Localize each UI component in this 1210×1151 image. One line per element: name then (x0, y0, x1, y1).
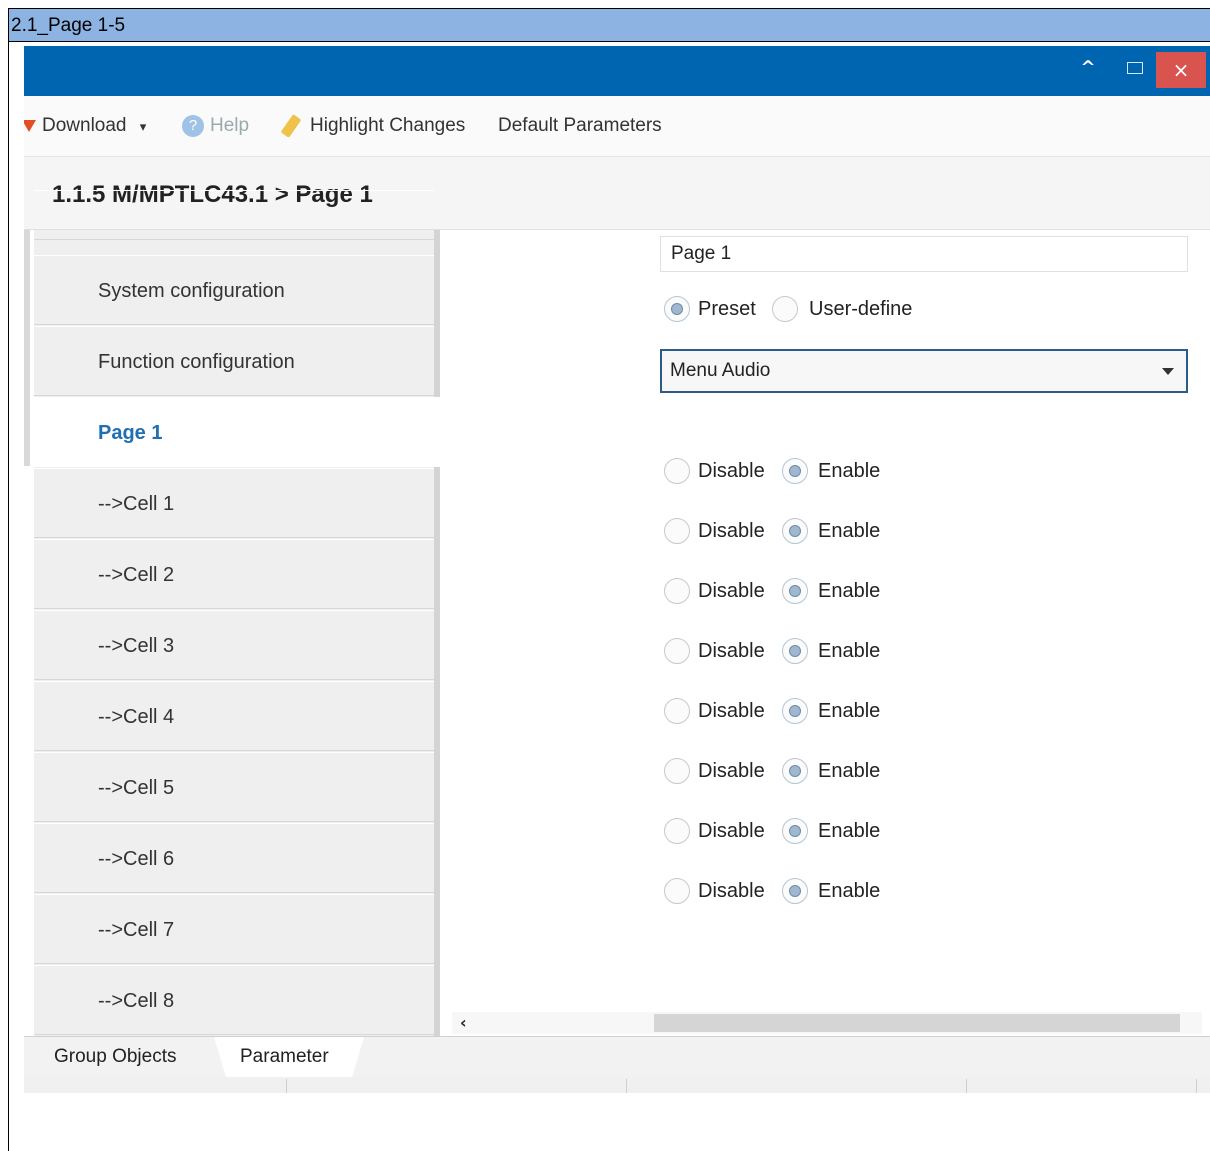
cell-7-disable-radio[interactable] (664, 818, 690, 844)
scroll-left-arrow-icon[interactable]: ‹ (460, 1012, 467, 1034)
cell-4-enable-radio[interactable] (782, 638, 808, 664)
disable-label: Disable (698, 880, 765, 902)
bottom-tab-bar: Group Objects Parameter (24, 1036, 1210, 1078)
disable-label: Disable (698, 640, 765, 662)
disable-label: Disable (698, 760, 765, 782)
enable-label: Enable (818, 580, 881, 602)
help-button[interactable]: ? Help (182, 96, 249, 156)
enable-label: Enable (818, 520, 881, 542)
title-bar: ^ × (24, 46, 1210, 96)
status-bar (24, 1077, 1210, 1093)
enable-label: Enable (818, 880, 881, 902)
tab-parameter[interactable]: Parameter (214, 1037, 364, 1077)
sidebar-item-cell-6[interactable]: -->Cell 6 (34, 823, 434, 893)
enable-label: Enable (818, 640, 881, 662)
help-icon: ? (182, 114, 204, 137)
sidebar-item-partial (34, 190, 434, 240)
left-scrollbar[interactable] (24, 230, 30, 466)
menu-select[interactable]: Menu Audio (660, 349, 1188, 393)
mode-radio-group: Preset User-define (660, 292, 960, 328)
sidebar-item-function-configuration[interactable]: Function configuration (34, 326, 434, 396)
disable-label: Disable (698, 820, 765, 842)
highlighter-icon (280, 114, 302, 138)
maximize-icon (1127, 62, 1143, 74)
cell-5-enable-radio[interactable] (782, 698, 808, 724)
cell-3-enable-radio[interactable] (782, 578, 808, 604)
download-button[interactable]: Download ▾ (24, 96, 146, 156)
disable-label: Disable (698, 700, 765, 722)
status-divider (1196, 1079, 1197, 1093)
cell-6-enable-radio[interactable] (782, 758, 808, 784)
sidebar-item-system-configuration[interactable]: System configuration (34, 255, 434, 325)
collapse-ribbon-button[interactable]: ^ (1068, 52, 1108, 84)
chevron-down-icon: ▾ (139, 119, 147, 134)
cell-8-enable-radio[interactable] (782, 878, 808, 904)
status-divider (966, 1079, 967, 1093)
chevron-up-icon: ^ (1080, 57, 1096, 78)
cell-7-enable-radio[interactable] (782, 818, 808, 844)
sidebar-item-cell-2[interactable]: -->Cell 2 (34, 539, 434, 609)
horizontal-scrollbar[interactable]: ‹ (452, 1012, 1202, 1034)
status-divider (286, 1079, 287, 1093)
preset-label: Preset (698, 298, 756, 320)
parameter-sidebar: System configuration Function configurat… (34, 190, 440, 1036)
status-divider (626, 1079, 627, 1093)
download-label: Download (42, 115, 127, 136)
cell-1-disable-radio[interactable] (664, 458, 690, 484)
cell-5-radio-group: Disable Enable (660, 694, 960, 730)
highlight-changes-label: Highlight Changes (310, 115, 466, 136)
cell-1-radio-group: Disable Enable (660, 454, 960, 490)
cell-4-radio-group: Disable Enable (660, 634, 960, 670)
tab-group-objects[interactable]: Group Objects (54, 1037, 177, 1077)
cell-3-radio-group: Disable Enable (660, 574, 960, 610)
user-define-label: User-define (809, 298, 913, 320)
close-button[interactable]: × (1156, 52, 1206, 88)
cell-7-radio-group: Disable Enable (660, 814, 960, 850)
cell-2-disable-radio[interactable] (664, 518, 690, 544)
page-name-field[interactable]: Page 1 (660, 236, 1188, 272)
cell-2-enable-radio[interactable] (782, 518, 808, 544)
disable-label: Disable (698, 580, 765, 602)
disable-label: Disable (698, 460, 765, 482)
sidebar-item-page-1[interactable]: Page 1 (34, 397, 440, 467)
sidebar-item-cell-4[interactable]: -->Cell 4 (34, 681, 434, 751)
document-heading: 2.1_Page 1-5 (9, 9, 1210, 42)
sidebar-item-cell-8[interactable]: -->Cell 8 (34, 965, 434, 1035)
sidebar-item-cell-3[interactable]: -->Cell 3 (34, 610, 434, 680)
preset-radio[interactable] (664, 296, 690, 322)
cell-4-disable-radio[interactable] (664, 638, 690, 664)
sidebar-item-cell-7[interactable]: -->Cell 7 (34, 894, 434, 964)
cell-1-enable-radio[interactable] (782, 458, 808, 484)
maximize-button[interactable] (1120, 52, 1150, 84)
scrollbar-thumb[interactable] (654, 1014, 1180, 1032)
enable-label: Enable (818, 460, 881, 482)
close-icon: × (1172, 58, 1190, 82)
sidebar-item-cell-1[interactable]: -->Cell 1 (34, 468, 434, 538)
cell-8-disable-radio[interactable] (664, 878, 690, 904)
cell-8-radio-group: Disable Enable (660, 874, 960, 910)
app-window: ^ × Download ▾ ? Help Highlight Changes D… (24, 46, 1210, 1093)
default-parameters-button[interactable]: Default Parameters (498, 96, 662, 156)
menu-select-value: Menu Audio (670, 360, 771, 381)
user-define-radio[interactable] (772, 296, 798, 322)
cell-5-disable-radio[interactable] (664, 698, 690, 724)
help-label: Help (210, 115, 250, 136)
toolbar: Download ▾ ? Help Highlight Changes Defau… (24, 96, 1210, 157)
enable-label: Enable (818, 820, 881, 842)
highlight-changes-button[interactable]: Highlight Changes (280, 96, 466, 156)
enable-label: Enable (818, 700, 881, 722)
download-icon (24, 119, 36, 132)
enable-label: Enable (818, 760, 881, 782)
disable-label: Disable (698, 520, 765, 542)
cell-6-disable-radio[interactable] (664, 758, 690, 784)
cell-3-disable-radio[interactable] (664, 578, 690, 604)
cell-2-radio-group: Disable Enable (660, 514, 960, 550)
dropdown-caret-icon (1162, 368, 1174, 375)
sidebar-item-cell-5[interactable]: -->Cell 5 (34, 752, 434, 822)
cell-6-radio-group: Disable Enable (660, 754, 960, 790)
